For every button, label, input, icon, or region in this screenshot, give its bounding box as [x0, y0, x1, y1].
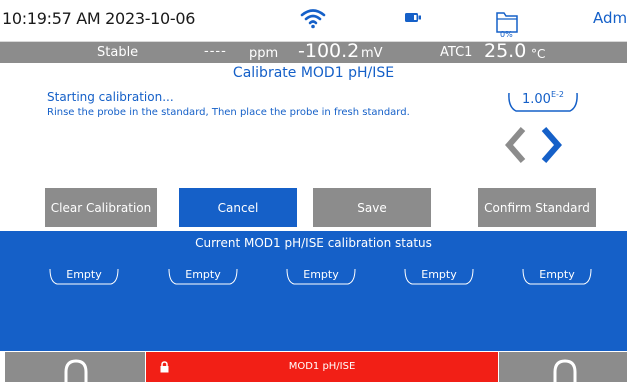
calibration-instruction: Rinse the probe in the standard, Then pl… — [47, 107, 410, 118]
calibration-slot-2: Empty — [167, 265, 239, 285]
temperature-unit: °C — [531, 47, 546, 61]
next-standard-chevron-right-icon[interactable] — [541, 125, 563, 165]
standard-mantissa: 1.00 — [522, 92, 551, 107]
module-tab[interactable]: MOD1 pH/ISE — [146, 352, 498, 382]
calibration-slot-4: Empty — [403, 265, 475, 285]
calibration-status-message: Starting calibration... — [47, 90, 174, 104]
calibration-slot-label: Empty — [185, 268, 221, 281]
probe-arc-icon — [64, 359, 88, 382]
calibration-slot-label: Empty — [421, 268, 457, 281]
calibration-slot-label: Empty — [66, 268, 102, 281]
cancel-button[interactable]: Cancel — [179, 188, 297, 227]
page-title: Calibrate MOD1 pH/ISE — [232, 65, 395, 81]
standard-value: 1.00E-2 — [506, 90, 580, 107]
calibration-slot-label: Empty — [303, 268, 339, 281]
calibration-status-panel: Current MOD1 pH/ISE calibration status E… — [0, 231, 627, 351]
mv-unit: mV — [361, 46, 383, 61]
stability-status: Stable — [97, 45, 139, 60]
atc-label: ATC1 — [440, 45, 473, 60]
clear-calibration-button[interactable]: Clear Calibration — [45, 188, 157, 227]
previous-standard-chevron-left-icon[interactable] — [504, 125, 526, 165]
ppm-value: ---- — [204, 44, 227, 59]
battery-icon — [405, 13, 421, 22]
temperature-reading: 25.0 — [484, 40, 527, 62]
calibration-slot-5: Empty — [521, 265, 593, 285]
ppm-unit: ppm — [249, 46, 279, 61]
calibration-slot-3: Empty — [285, 265, 357, 285]
right-channel-button[interactable] — [499, 352, 627, 382]
standard-exponent: E-2 — [550, 90, 564, 99]
datetime: 10:19:57 AM 2023-10-06 — [2, 9, 196, 28]
top-status-bar: 10:19:57 AM 2023-10-06 0% Admir — [0, 0, 627, 42]
bottom-bar: MOD1 pH/ISE — [0, 352, 627, 382]
module-label: MOD1 pH/ISE — [288, 361, 356, 372]
calibration-slot-1: Empty — [48, 265, 120, 285]
confirm-standard-button[interactable]: Confirm Standard — [478, 188, 596, 227]
standard-value-selector[interactable]: 1.00E-2 — [506, 85, 580, 113]
probe-arc-icon — [553, 359, 577, 382]
user-name[interactable]: Admir — [593, 9, 627, 27]
save-button[interactable]: Save — [313, 188, 431, 227]
storage-percent: 0% — [500, 30, 513, 39]
wifi-icon — [300, 9, 326, 29]
mv-reading: -100.2 — [298, 40, 360, 62]
status-panel-title: Current MOD1 pH/ISE calibration status — [195, 236, 432, 250]
calibration-slot-label: Empty — [539, 268, 575, 281]
left-channel-button[interactable] — [5, 352, 145, 382]
measurement-bar: Stable ---- ppm -100.2 mV ATC1 25.0 °C — [0, 40, 627, 63]
